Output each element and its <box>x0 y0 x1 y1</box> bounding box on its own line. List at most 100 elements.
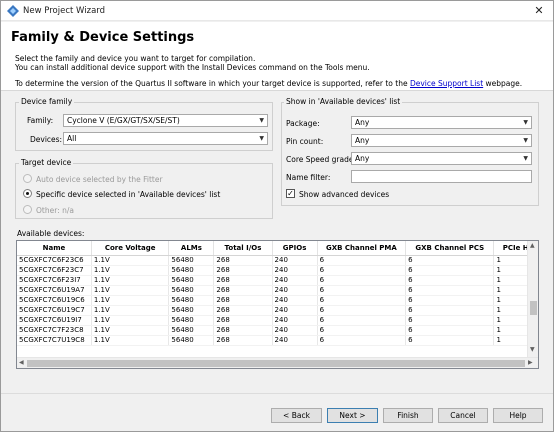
specific-device-radio[interactable] <box>23 189 32 198</box>
description-line-3-suffix: webpage. <box>483 79 523 88</box>
table-cell: 56480 <box>168 335 215 346</box>
show-advanced-checkbox[interactable]: ✓ <box>286 189 295 198</box>
pin-count-select[interactable]: Any ▼ <box>351 134 532 147</box>
table-row[interactable]: 5CGXFC7C6U19C6 1.1V 56480 268 240 6 6 1 <box>17 295 538 306</box>
table-row[interactable]: 5CGXFC7C6F23I7 1.1V 56480 268 240 6 6 1 <box>17 275 538 286</box>
chevron-down-icon: ▼ <box>523 155 528 162</box>
table-cell: 268 <box>213 335 273 346</box>
table-cell: 6 <box>405 255 495 266</box>
table-cell: 1.1V <box>91 335 170 346</box>
close-button[interactable]: ✕ <box>525 1 553 20</box>
vertical-scroll-thumb[interactable] <box>530 301 537 315</box>
column-header[interactable]: GPIOs <box>272 241 318 256</box>
chevron-down-icon: ▼ <box>259 135 264 142</box>
table-cell: 5CGXFC7C7F23C8 <box>17 325 92 336</box>
help-button[interactable]: Help <box>493 408 543 423</box>
vertical-scrollbar[interactable]: ▲ ▼ <box>527 241 538 357</box>
horizontal-scrollbar[interactable]: ◀ ▶ <box>17 357 538 368</box>
other-device-label: Other: n/a <box>36 206 74 215</box>
description-line-2: You can install additional device suppor… <box>15 63 370 72</box>
title-bar: New Project Wizard ✕ <box>1 1 553 21</box>
scroll-up-icon[interactable]: ▲ <box>530 241 535 251</box>
table-cell: 240 <box>272 255 318 266</box>
available-devices-table[interactable]: Name Core Voltage ALMs Total I/Os GPIOs GXB C… <box>16 240 539 369</box>
table-cell: 268 <box>213 295 273 306</box>
table-cell: 6 <box>405 305 495 316</box>
table-cell: 240 <box>272 265 318 276</box>
column-header[interactable]: GXB Channel PCS <box>405 241 495 256</box>
scroll-right-icon[interactable]: ▶ <box>528 358 533 368</box>
table-cell: 240 <box>272 325 318 336</box>
auto-device-radio[interactable] <box>23 174 32 183</box>
table-row[interactable]: 5CGXFC7C6U19A7 1.1V 56480 268 240 6 6 1 <box>17 285 538 296</box>
column-header[interactable]: Core Voltage <box>91 241 170 256</box>
scroll-down-icon[interactable]: ▼ <box>530 345 535 355</box>
table-row[interactable]: 5CGXFC7C7U19C8 1.1V 56480 268 240 6 6 1 <box>17 335 538 346</box>
devices-select[interactable]: All ▼ <box>63 132 268 145</box>
column-header[interactable]: GXB Channel PMA <box>317 241 407 256</box>
package-select[interactable]: Any ▼ <box>351 116 532 129</box>
device-support-list-link[interactable]: Device Support List <box>410 79 483 88</box>
other-device-radio[interactable] <box>23 205 32 214</box>
target-device-group-label: Target device <box>19 158 74 167</box>
family-label: Family: <box>27 116 54 125</box>
cancel-button[interactable]: Cancel <box>438 408 488 423</box>
devices-grid: Name Core Voltage ALMs Total I/Os GPIOs GXB C… <box>17 241 538 346</box>
devices-select-value: All <box>67 134 77 143</box>
table-cell: 1.1V <box>91 275 170 286</box>
auto-device-label: Auto device selected by the Fitter <box>36 175 163 184</box>
table-cell: 6 <box>317 285 407 296</box>
next-button[interactable]: Next > <box>327 408 378 423</box>
table-body: 5CGXFC7C6F23C6 1.1V 56480 268 240 6 6 1 5CGXFC7C… <box>17 255 538 346</box>
horizontal-scroll-thumb[interactable] <box>27 360 525 367</box>
table-cell: 1.1V <box>91 265 170 276</box>
family-select-value: Cyclone V (E/GX/GT/SX/SE/ST) <box>67 116 180 125</box>
table-cell: 56480 <box>168 295 215 306</box>
finish-button[interactable]: Finish <box>383 408 433 423</box>
table-cell: 6 <box>405 315 495 326</box>
package-label: Package: <box>286 119 320 128</box>
column-header[interactable]: ALMs <box>168 241 215 256</box>
table-cell: 1.1V <box>91 295 170 306</box>
table-cell: 240 <box>272 285 318 296</box>
speed-grade-select-value: Any <box>355 154 370 163</box>
devices-label: Devices: <box>30 135 63 144</box>
table-cell: 268 <box>213 325 273 336</box>
pin-count-label: Pin count: <box>286 137 324 146</box>
table-cell: 56480 <box>168 315 215 326</box>
quartus-app-icon <box>7 5 19 17</box>
name-filter-input[interactable] <box>351 170 532 183</box>
table-cell: 6 <box>317 305 407 316</box>
chevron-down-icon: ▼ <box>259 117 264 124</box>
table-cell: 5CGXFC7C7U19C8 <box>17 335 92 346</box>
speed-grade-select[interactable]: Any ▼ <box>351 152 532 165</box>
table-cell: 6 <box>405 325 495 336</box>
column-header[interactable]: Name <box>17 241 92 256</box>
table-cell: 268 <box>213 315 273 326</box>
table-row[interactable]: 5CGXFC7C7F23C8 1.1V 56480 268 240 6 6 1 <box>17 325 538 336</box>
table-cell: 240 <box>272 295 318 306</box>
table-header-row: Name Core Voltage ALMs Total I/Os GPIOs GXB C… <box>17 241 538 256</box>
column-header[interactable]: Total I/Os <box>213 241 273 256</box>
table-row[interactable]: 5CGXFC7C6F23C7 1.1V 56480 268 240 6 6 1 <box>17 265 538 276</box>
table-cell: 268 <box>213 275 273 286</box>
table-cell: 240 <box>272 335 318 346</box>
description-line-1: Select the family and device you want to… <box>15 54 256 63</box>
family-select[interactable]: Cyclone V (E/GX/GT/SX/SE/ST) ▼ <box>63 114 268 127</box>
table-cell: 6 <box>405 295 495 306</box>
footer-divider <box>1 393 553 394</box>
device-family-group-label: Device family <box>19 97 75 106</box>
table-row[interactable]: 5CGXFC7C6U19I7 1.1V 56480 268 240 6 6 1 <box>17 315 538 326</box>
table-cell: 6 <box>317 315 407 326</box>
table-cell: 1.1V <box>91 255 170 266</box>
back-button[interactable]: < Back <box>271 408 322 423</box>
table-cell: 240 <box>272 305 318 316</box>
table-row[interactable]: 5CGXFC7C6U19C7 1.1V 56480 268 240 6 6 1 <box>17 305 538 316</box>
table-cell: 5CGXFC7C6F23C7 <box>17 265 92 276</box>
table-row[interactable]: 5CGXFC7C6F23C6 1.1V 56480 268 240 6 6 1 <box>17 255 538 266</box>
table-cell: 6 <box>317 275 407 286</box>
scroll-left-icon[interactable]: ◀ <box>19 358 24 368</box>
description-line-3: To determine the version of the Quartus … <box>15 79 522 88</box>
table-cell: 5CGXFC7C6F23I7 <box>17 275 92 286</box>
table-cell: 56480 <box>168 255 215 266</box>
